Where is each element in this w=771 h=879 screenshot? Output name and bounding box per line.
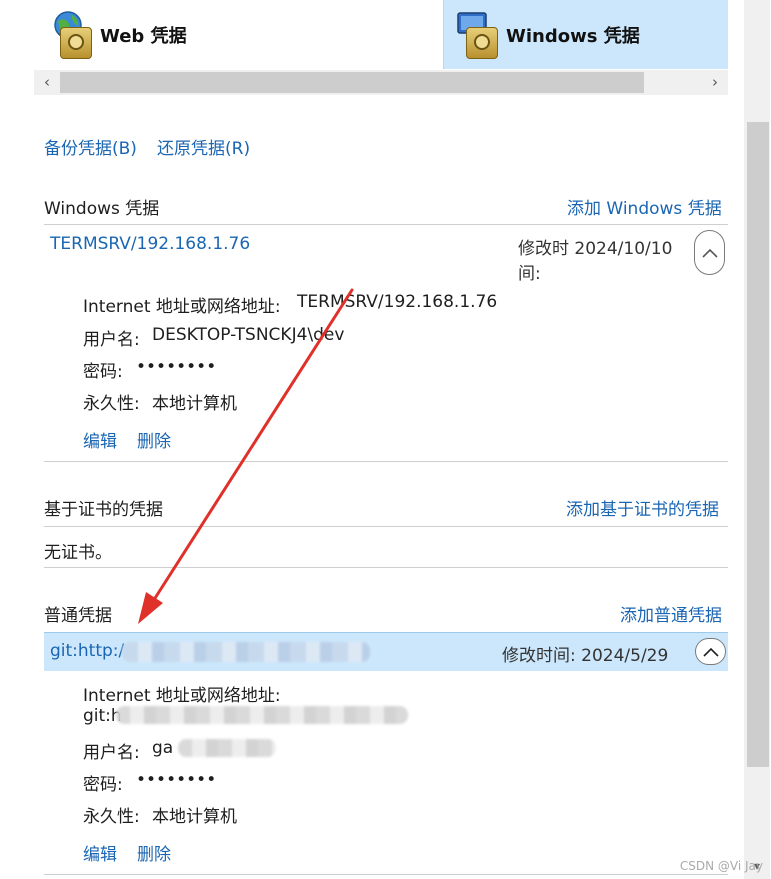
generic-username-value: ga	[152, 738, 174, 758]
persistence-value: 本地计算机	[152, 394, 237, 414]
backup-credentials-link[interactable]: 备份凭据(B)	[44, 134, 137, 159]
cert-section-title: 基于证书的凭据	[44, 500, 163, 520]
persistence-label: 永久性:	[83, 394, 140, 414]
horizontal-scroll-thumb[interactable]	[60, 72, 644, 93]
redacted-blur	[116, 706, 408, 724]
generic-delete-link[interactable]: 删除	[137, 840, 171, 865]
monitor-safe-icon	[457, 11, 498, 59]
generic-password-label: 密码:	[83, 775, 123, 795]
restore-credentials-link[interactable]: 还原凭据(R)	[157, 134, 250, 159]
globe-safe-icon	[54, 10, 92, 59]
modified-time: 修改时 2024/10/10	[518, 239, 673, 259]
username-value: DESKTOP-TSNCKJ4\dev	[152, 325, 345, 345]
add-generic-credential-link[interactable]: 添加普通凭据	[620, 601, 722, 626]
credential-name[interactable]: TERMSRV/192.168.1.76	[50, 234, 250, 254]
generic-modified-time: 修改时间: 2024/5/29	[502, 646, 669, 666]
redacted-blur	[122, 642, 370, 662]
vertical-scroll-thumb[interactable]	[747, 122, 769, 767]
redacted-blur	[178, 739, 276, 757]
tab-windows-label: Windows 凭据	[506, 25, 640, 47]
vertical-scrollbar[interactable]: ▾	[744, 0, 770, 879]
tab-web-credentials[interactable]: Web 凭据	[44, 0, 442, 69]
edit-link[interactable]: 编辑	[83, 427, 117, 452]
password-label: 密码:	[83, 362, 123, 382]
no-cert-text: 无证书。	[44, 543, 112, 563]
watermark: CSDN @Vi Jay	[679, 859, 763, 873]
password-value: ••••••••	[136, 357, 217, 377]
address-value: TERMSRV/192.168.1.76	[297, 292, 498, 312]
windows-section-title: Windows 凭据	[44, 199, 160, 219]
add-cert-credential-link[interactable]: 添加基于证书的凭据	[566, 495, 719, 520]
scroll-right-icon[interactable]: ›	[704, 71, 726, 93]
generic-section-title: 普通凭据	[44, 606, 112, 626]
modified-time-cont: 间:	[518, 264, 541, 284]
delete-link[interactable]: 删除	[137, 427, 171, 452]
divider	[44, 874, 728, 875]
generic-username-label: 用户名:	[83, 743, 140, 763]
horizontal-scrollbar[interactable]: ‹ ›	[34, 70, 728, 95]
tab-web-label: Web 凭据	[100, 25, 187, 47]
divider	[44, 224, 728, 225]
scroll-left-icon[interactable]: ‹	[36, 71, 58, 93]
generic-password-value: ••••••••	[136, 770, 217, 790]
username-label: 用户名:	[83, 330, 140, 350]
generic-persistence-label: 永久性:	[83, 807, 140, 827]
collapse-button[interactable]	[695, 638, 726, 665]
chevron-up-icon	[701, 248, 718, 258]
collapse-button[interactable]	[694, 230, 725, 275]
tab-windows-credentials[interactable]: Windows 凭据	[443, 0, 728, 69]
divider	[44, 567, 728, 568]
generic-edit-link[interactable]: 编辑	[83, 840, 117, 865]
generic-address-label: Internet 地址或网络地址:	[83, 686, 281, 706]
chevron-up-icon	[702, 647, 719, 657]
address-label: Internet 地址或网络地址:	[83, 297, 281, 317]
add-windows-credential-link[interactable]: 添加 Windows 凭据	[567, 194, 722, 219]
divider	[44, 461, 728, 462]
generic-credential-name[interactable]: git:http:/	[50, 641, 124, 661]
divider	[44, 526, 728, 527]
generic-persistence-value: 本地计算机	[152, 807, 237, 827]
